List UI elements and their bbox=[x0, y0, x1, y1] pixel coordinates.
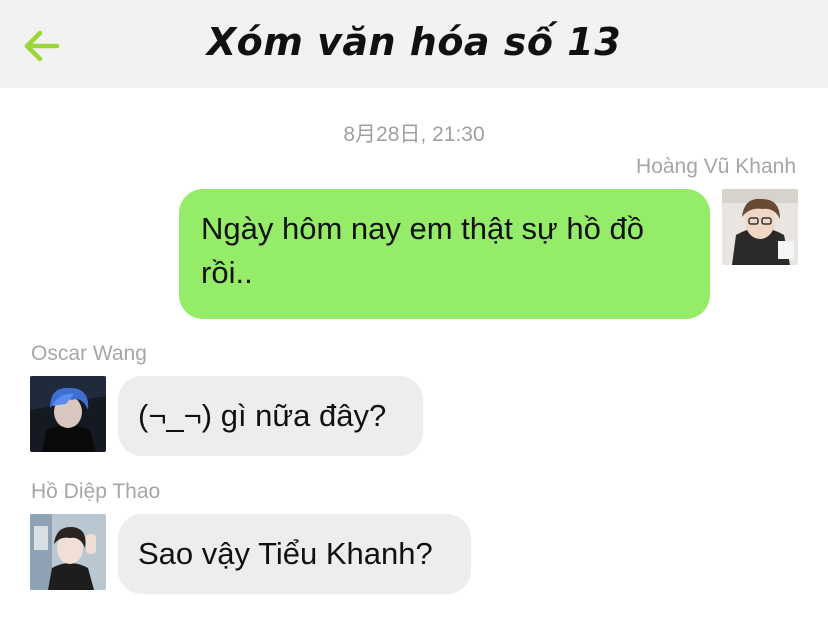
message-bubble-ho-diep-thao[interactable]: Sao vậy Tiểu Khanh? bbox=[118, 514, 471, 594]
avatar-oscar-wang[interactable] bbox=[30, 376, 106, 452]
sender-name-ho-diep-thao: Hồ Diệp Thao bbox=[31, 480, 161, 503]
avatar-hoang-vu-khanh[interactable] bbox=[722, 189, 798, 265]
message-bubble-oscar-wang[interactable]: (¬_¬) gì nữa đây? bbox=[118, 376, 423, 456]
chat-header: Xóm văn hóa số 13 bbox=[0, 0, 828, 88]
sender-name-oscar-wang: Oscar Wang bbox=[31, 342, 147, 365]
message-bubble-outgoing[interactable]: Ngày hôm nay em thật sự hồ đồ rồi.. bbox=[179, 189, 710, 319]
sender-name-hoang-vu-khanh: Hoàng Vũ Khanh bbox=[636, 155, 796, 178]
chat-title: Xóm văn hóa số 13 bbox=[206, 20, 622, 64]
chat-screen: Xóm văn hóa số 13 8月28日, 21:30 Hoàng Vũ … bbox=[0, 0, 828, 617]
message-timestamp: 8月28日, 21:30 bbox=[343, 123, 485, 146]
avatar-ho-diep-thao[interactable] bbox=[30, 514, 106, 590]
